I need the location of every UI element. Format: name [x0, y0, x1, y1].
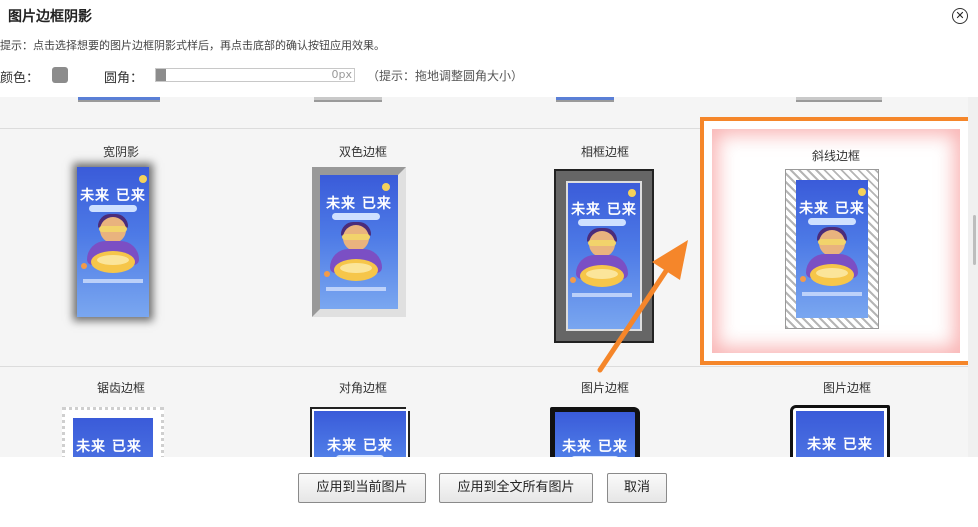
prev-row-thumb — [78, 97, 160, 102]
poster-title: 未来 已来 — [80, 188, 146, 204]
poster-title: 未来 已来 — [799, 201, 865, 217]
style-option-label: 双色边框 — [338, 145, 387, 159]
style-option-label: 宽阴影 — [102, 145, 139, 159]
grid-scrollbar[interactable] — [968, 97, 978, 457]
style-controls: 颜色： 圆角： 0px （提示：拖地调整圆角大小） — [0, 64, 978, 88]
poster-thumbnail: 未来 已来 — [790, 405, 890, 457]
style-option-sawtooth-border[interactable]: 锯齿边框 未来 已来 — [0, 375, 242, 457]
poster-thumbnail: 未来 已来 — [554, 169, 654, 343]
poster-thumbnail: 未来 已来 — [77, 167, 149, 317]
poster-title: 未来 已来 — [562, 439, 628, 455]
poster-thumbnail: 未来 已来 — [62, 407, 164, 457]
prev-row-thumb — [556, 97, 614, 102]
poster-title: 未来 已来 — [327, 438, 393, 454]
dialog-footer: 应用到当前图片 应用到全文所有图片 取消 — [0, 457, 978, 527]
style-option-label: 锯齿边框 — [96, 381, 145, 395]
style-option-slash-border-selected[interactable]: 斜线边框 未来 已来 — [700, 117, 972, 365]
color-label: 颜色： — [0, 71, 40, 86]
style-option-label: 图片边框 — [580, 381, 629, 395]
poster-title: 未来 已来 — [76, 439, 142, 455]
poster-thumbnail: 未来 已来 — [550, 407, 640, 457]
style-option-diagonal-border[interactable]: 对角边框 未来 已来 — [242, 375, 484, 457]
cancel-button[interactable]: 取消 — [607, 473, 667, 503]
style-option-label: 斜线边框 — [811, 149, 860, 163]
close-icon[interactable]: ✕ — [952, 8, 968, 24]
radius-label: 圆角： — [104, 71, 144, 86]
dialog-title: 图片边框阴影 — [8, 9, 92, 25]
poster-title: 未来 已来 — [326, 196, 392, 212]
poster-thumbnail: 未来 已来 — [312, 409, 408, 457]
style-option-picture-border-1[interactable]: 图片边框 未来 已来 — [484, 375, 726, 457]
prev-row-thumb — [314, 97, 382, 102]
style-option-label: 对角边框 — [338, 381, 387, 395]
radius-value: 0px — [331, 68, 353, 81]
row-divider — [0, 366, 968, 367]
style-option-photo-frame[interactable]: 相框边框 未来 已来 — [484, 141, 726, 361]
color-swatch[interactable] — [52, 67, 68, 83]
style-option-wide-shadow[interactable]: 宽阴影 未来 已来 — [0, 141, 242, 361]
apply-all-images-button[interactable]: 应用到全文所有图片 — [439, 473, 593, 503]
style-option-label: 相框边框 — [580, 145, 629, 159]
style-option-dual-border[interactable]: 双色边框 未来 已来 — [242, 141, 484, 361]
poster-thumbnail: 未来 已来 — [312, 167, 406, 317]
radius-slider[interactable]: 0px — [155, 68, 355, 82]
radius-slider-handle[interactable] — [156, 69, 166, 81]
grid-scrollbar-thumb[interactable] — [973, 215, 976, 265]
instruction-hint: 提示：点击选择想要的图片边框阴影式样后，再点击底部的确认按钮应用效果。 — [0, 39, 385, 52]
prev-row-thumb — [796, 97, 882, 102]
poster-title: 未来 已来 — [807, 437, 873, 453]
radius-hint: （提示：拖地调整圆角大小） — [367, 69, 524, 83]
style-option-picture-border-2[interactable]: 图片边框 未来 已来 — [726, 375, 968, 457]
apply-current-image-button[interactable]: 应用到当前图片 — [298, 473, 426, 503]
style-option-label: 图片边框 — [822, 381, 871, 395]
poster-thumbnail: 未来 已来 — [785, 169, 879, 329]
